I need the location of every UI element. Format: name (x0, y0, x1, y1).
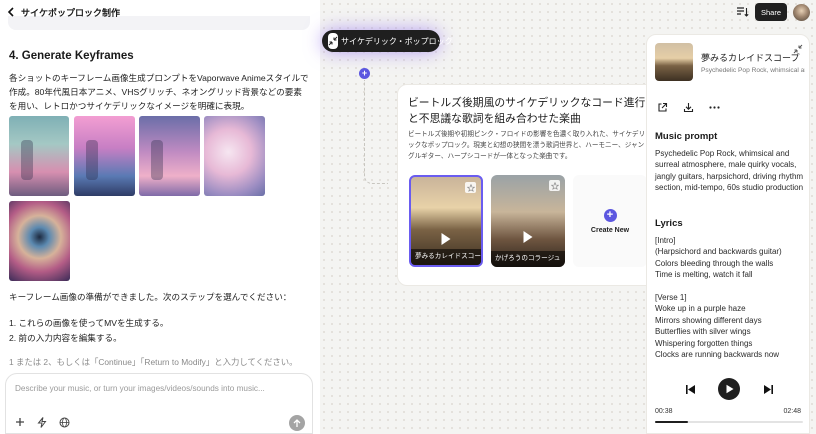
chat-header: サイケポップロック制作 (0, 0, 320, 24)
genre-node[interactable]: サイケデリック・ポップロック (322, 30, 453, 52)
lyric-line: Whispering forgotten things (655, 338, 753, 348)
concept-description: ビートルズ後期や初期ピンク・フロイドの影響を色濃く取り入れた、サイケデリックなポ… (408, 131, 646, 160)
playback-controls (647, 377, 809, 401)
message-composer[interactable]: Describe your music, or turn your images… (5, 373, 313, 434)
current-time: 00:38 (655, 408, 673, 415)
lyrics-text: [Intro] (Harpsichord and backwards guita… (655, 235, 805, 360)
figure-silhouette (86, 140, 99, 180)
music-prompt-heading: Music prompt (655, 131, 718, 142)
lightning-icon[interactable] (36, 416, 48, 428)
keyframe-image-1[interactable] (9, 116, 69, 196)
lyric-line (655, 281, 805, 292)
track-title: 夢みるカレイドスコープ (701, 53, 800, 63)
collapse-icon[interactable] (793, 41, 803, 54)
download-icon[interactable] (682, 101, 694, 113)
song-title: 夢みるカレイドスコープ (411, 249, 481, 265)
section-heading: 4. Generate Keyframes (9, 50, 134, 62)
album-cover (655, 43, 693, 81)
lyric-line: Butterflies with silver wings (655, 327, 751, 337)
app-root: サイケポップロック制作 4. Generate Keyframes 各ショットの… (0, 0, 816, 434)
create-new-label: Create New (590, 226, 630, 234)
previous-track-icon[interactable] (684, 383, 696, 395)
total-time: 02:48 (783, 408, 801, 415)
lyric-line: Colors bleeding through the walls (655, 258, 774, 268)
avatar[interactable] (793, 3, 810, 21)
lyric-line: Clocks are running backwards now (655, 349, 780, 359)
keyframe-image-3[interactable] (139, 116, 200, 196)
node-connector (364, 80, 388, 184)
create-new-button[interactable]: + Create New (573, 175, 647, 267)
progress-bar[interactable] (655, 421, 803, 423)
track-actions (656, 101, 720, 113)
figure-silhouette (21, 140, 33, 180)
keyframe-image-2[interactable] (74, 116, 135, 196)
lyric-line: Mirrors showing different days (655, 315, 762, 325)
option-edit-input: 2. 前の入力内容を編集する。 (9, 333, 122, 343)
song-concept-card[interactable]: ビートルズ後期風のサイケデリックなコード進行と不思議な歌詞を組み合わせた楽曲 ビ… (397, 84, 657, 286)
lyric-line: Woke up in a purple haze (655, 304, 746, 314)
plus-icon: + (603, 208, 617, 222)
lyric-line: [Verse 1] (655, 292, 687, 302)
lyric-line: Time is melting, watch it fall (655, 270, 753, 280)
chat-pane: サイケポップロック制作 4. Generate Keyframes 各ショットの… (0, 0, 320, 434)
song-card[interactable]: かげろうのコラージュ (491, 175, 565, 267)
add-node-button[interactable]: + (359, 68, 370, 79)
figure-silhouette (151, 140, 164, 180)
share-button[interactable]: Share (755, 3, 787, 21)
play-icon[interactable] (441, 233, 451, 245)
ready-text: キーフレーム画像の準備ができました。次のステップを選んでください： (9, 292, 292, 302)
star-icon[interactable] (549, 180, 560, 191)
music-prompt-text: Psychedelic Pop Rock, whimsical and surr… (655, 149, 804, 193)
arrow-up-icon (293, 418, 301, 427)
play-icon[interactable] (523, 231, 533, 243)
progress-fill (655, 421, 688, 423)
more-icon[interactable] (708, 101, 720, 113)
keyframe-intro-text: 各ショットのキーフレーム画像生成プロンプトをVaporwave Animeスタイ… (9, 73, 309, 111)
song-card[interactable]: 夢みるカレイドスコープ (409, 175, 483, 267)
play-button[interactable] (718, 378, 740, 400)
send-button[interactable] (289, 415, 305, 431)
composer-tools (14, 416, 70, 428)
composer-input[interactable]: Describe your music, or turn your images… (15, 384, 265, 393)
globe-icon[interactable] (58, 416, 70, 428)
lyric-line: (Harpsichord and backwards guitar) (655, 247, 782, 257)
play-icon (726, 384, 733, 394)
lyric-line: [Intro] (655, 236, 676, 245)
option-generate-mv: 1. これらの画像を使ってMVを生成する。 (9, 318, 169, 328)
project-title: サイケポップロック制作 (21, 7, 121, 18)
track-subtitle: Psychedelic Pop Rock, whimsical and surr… (701, 67, 805, 74)
instruction-hint: 1 または 2、もしくは「Continue」「Return to Modify」… (9, 357, 298, 367)
collapse-icon[interactable] (328, 33, 338, 49)
next-track-icon[interactable] (762, 383, 774, 395)
keyframe-image-5[interactable] (9, 201, 70, 281)
player-panel: 夢みるカレイドスコープ Psychedelic Pop Rock, whimsi… (646, 34, 810, 434)
keyframe-image-4[interactable] (204, 116, 265, 196)
lyrics-heading: Lyrics (655, 218, 683, 229)
open-external-icon[interactable] (656, 101, 668, 113)
plus-icon[interactable] (14, 416, 26, 428)
star-icon[interactable] (465, 182, 476, 193)
back-icon[interactable] (4, 5, 16, 19)
song-title: かげろうのコラージュ (491, 251, 565, 267)
genre-node-label: サイケデリック・ポップロック (341, 36, 453, 46)
sort-icon[interactable] (735, 5, 749, 19)
top-right-toolbar: Share (735, 3, 810, 21)
concept-title: ビートルズ後期風のサイケデリックなコード進行と不思議な歌詞を組み合わせた楽曲 (408, 97, 646, 125)
